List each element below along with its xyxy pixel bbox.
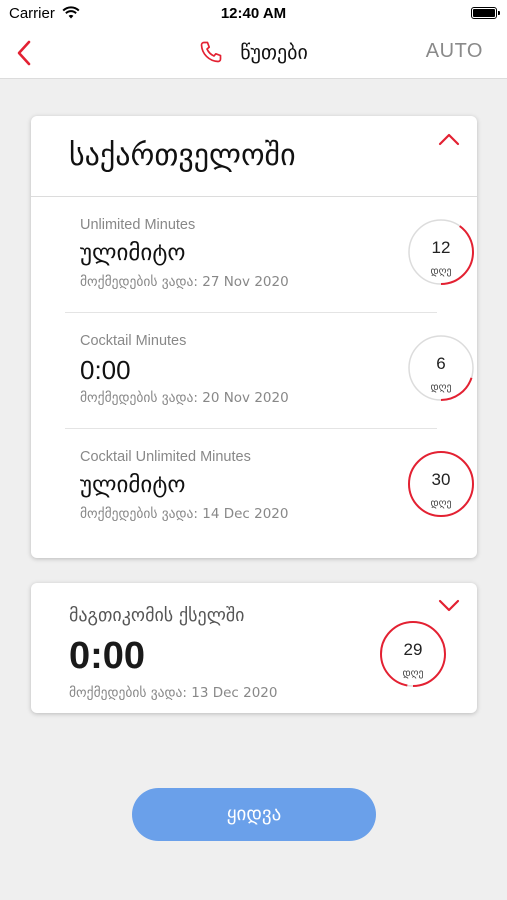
days-unit: დღე [402,668,424,679]
package-name: Cocktail Minutes [80,333,187,349]
page-title: წუთები [240,40,308,64]
status-bar: Carrier 12:40 AM [0,0,507,28]
days-remaining-ring: 29 დღე [378,619,448,689]
package-name: მაგთიკომის ქსელში [69,605,245,626]
days-count: 30 [431,470,451,489]
chevron-up-icon[interactable] [438,131,460,146]
days-unit: დღე [430,266,452,277]
package-item: Cocktail Minutes 0:00 მოქმედების ვადა: 2… [65,312,474,428]
package-value: ულიმიტო [80,472,186,498]
package-expiry: მოქმედების ვადა: 14 Dec 2020 [80,506,289,522]
package-expiry: მოქმედების ვადა: 27 Nov 2020 [80,274,289,290]
section-title: საქართველოში [69,138,296,173]
package-name: Unlimited Minutes [80,217,196,233]
days-remaining-ring: 6 დღე [406,333,476,403]
days-unit: დღე [430,498,452,509]
days-count: 12 [431,238,451,257]
divider [65,428,437,429]
nav-bar: წუთები AUTO [0,28,507,79]
section-header[interactable]: საქართველოში [31,116,477,197]
days-remaining-ring: 30 დღე [406,449,476,519]
days-remaining-ring: 12 დღე [406,217,476,287]
days-count: 29 [403,640,423,659]
days-count: 6 [436,354,446,373]
divider [65,312,437,313]
buy-button[interactable]: ყიდვა [132,788,376,841]
network-minutes-card[interactable]: მაგთიკომის ქსელში 0:00 მოქმედების ვადა: … [31,583,477,713]
package-item: Unlimited Minutes ულიმიტო მოქმედების ვად… [65,196,474,312]
chevron-down-icon[interactable] [438,597,460,612]
days-unit: დღე [430,382,452,393]
battery-icon [471,7,500,19]
georgia-minutes-card: საქართველოში Unlimited Minutes ულიმიტო მ… [31,116,477,558]
auto-button[interactable]: AUTO [426,40,483,63]
package-value: 0:00 [69,635,146,677]
package-item: Cocktail Unlimited Minutes ულიმიტო მოქმე… [65,428,474,544]
package-value: ულიმიტო [80,240,186,266]
package-value: 0:00 [80,355,131,385]
phone-icon [199,40,223,64]
package-name: Cocktail Unlimited Minutes [80,449,251,465]
package-expiry: მოქმედების ვადა: 20 Nov 2020 [80,390,289,406]
clock-time: 12:40 AM [220,5,287,22]
package-expiry: მოქმედების ვადა: 13 Dec 2020 [69,685,278,701]
